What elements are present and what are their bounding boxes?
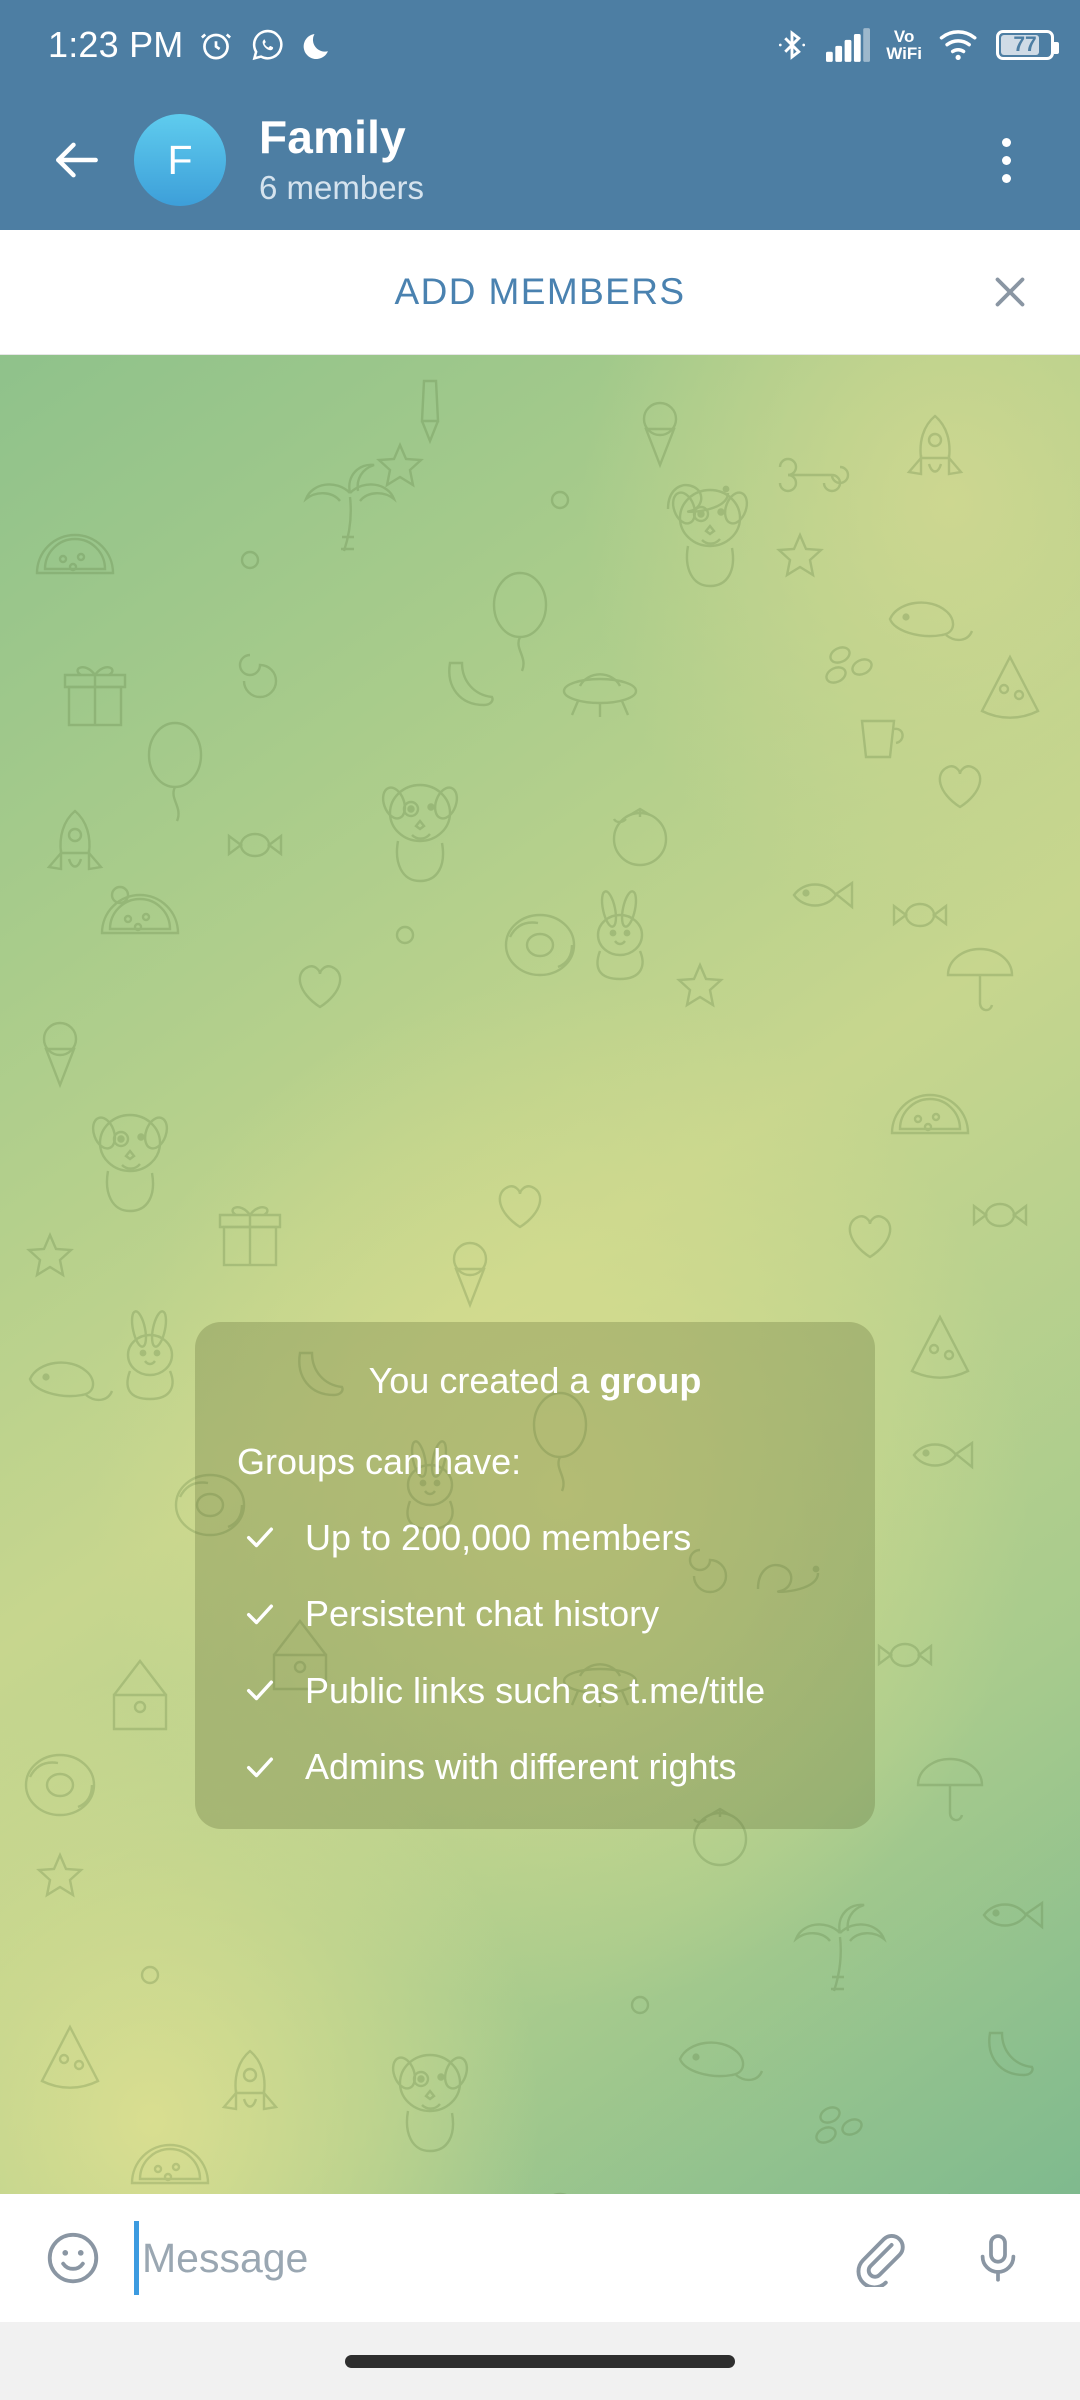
card-heading-prefix: You created a: [368, 1360, 600, 1401]
card-subheading: Groups can have:: [237, 1440, 522, 1482]
microphone-icon: [980, 2234, 1016, 2282]
wifi-icon: [939, 30, 977, 61]
check-icon: [246, 1680, 274, 1701]
status-clock: 1:23 PM: [48, 24, 184, 65]
card-heading-bold: group: [599, 1360, 702, 1401]
group-created-card: You created a group Groups can have: Up …: [195, 1322, 875, 1830]
chat-title-block[interactable]: Family 6 members: [259, 112, 966, 207]
vowifi-line2: WiFi: [886, 44, 922, 63]
back-button[interactable]: [34, 117, 120, 203]
alarm-clock-icon: [201, 33, 232, 60]
check-icon: [246, 1757, 274, 1777]
status-bar-right: Vo WiFi 77: [774, 27, 1059, 63]
close-icon: [995, 277, 1025, 307]
feature-label: Admins with different rights: [305, 1745, 737, 1787]
chat-header: F Family 6 members: [0, 90, 1080, 230]
cellular-signal-icon: [826, 28, 871, 62]
avatar-initial: F: [167, 136, 193, 183]
avatar[interactable]: F: [134, 114, 226, 206]
member-count: 6 members: [259, 168, 425, 206]
feature-item: Up to 200,000 members: [231, 1517, 839, 1558]
whatsapp-icon: [253, 29, 284, 61]
chat-area[interactable]: You created a group Groups can have: Up …: [0, 355, 1080, 2194]
telegram-chat-screen: 1:23 PM Vo WiFi 77 F Family 6 members AD…: [0, 0, 1080, 2400]
overflow-menu-icon: [1001, 137, 1011, 147]
crescent-moon-dnd-icon: [304, 33, 329, 60]
add-members-bar[interactable]: ADD MEMBERS: [0, 230, 1080, 355]
feature-item: Public links such as t.me/title: [231, 1670, 839, 1711]
feature-label: Public links such as t.me/title: [305, 1669, 766, 1711]
feature-item: Persistent chat history: [231, 1593, 839, 1634]
battery-percent: 77: [1013, 33, 1037, 56]
vowifi-line1: Vo: [893, 27, 915, 46]
emoji-button[interactable]: [36, 2221, 110, 2295]
page-title: Family: [259, 111, 406, 164]
feature-item: Admins with different rights: [231, 1746, 839, 1787]
vowifi-icon: Vo WiFi: [886, 28, 922, 62]
text-caret: [134, 2221, 139, 2295]
overflow-menu-button[interactable]: [966, 115, 1046, 205]
home-gesture-pill[interactable]: [345, 2354, 735, 2368]
status-bar-left: 1:23 PM: [48, 24, 335, 66]
battery-icon: 77: [996, 30, 1059, 60]
voice-record-button[interactable]: [958, 2218, 1038, 2298]
wallpaper-doodle-pattern: [24, 379, 1044, 2194]
message-placeholder: Message: [142, 2234, 309, 2281]
check-icon: [246, 1604, 274, 1625]
bluetooth-icon: [779, 30, 806, 60]
message-input[interactable]: Message: [134, 2221, 840, 2295]
feature-label: Up to 200,000 members: [305, 1516, 692, 1558]
card-heading: You created a group: [231, 1358, 839, 1405]
system-navigation-bar: [0, 2322, 1080, 2400]
add-members-button[interactable]: ADD MEMBERS: [395, 271, 686, 313]
check-icon: [246, 1527, 274, 1548]
close-add-members-button[interactable]: [970, 252, 1050, 332]
feature-label: Persistent chat history: [305, 1593, 660, 1635]
attach-button[interactable]: [840, 2218, 920, 2298]
back-arrow-icon: [56, 142, 98, 178]
smiley-icon: [47, 2232, 99, 2284]
status-bar: 1:23 PM Vo WiFi 77: [0, 0, 1080, 90]
message-input-bar: Message: [0, 2194, 1080, 2322]
paperclip-icon: [856, 2234, 905, 2287]
